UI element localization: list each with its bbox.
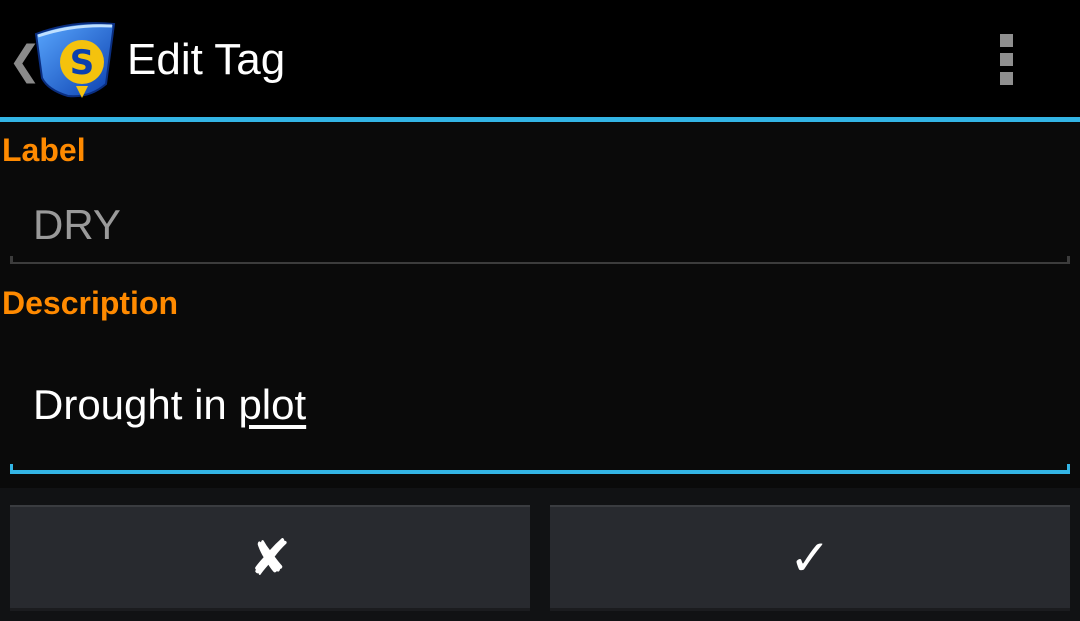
label-field-value: DRY [33,201,121,248]
label-field-underline [10,256,1070,264]
cancel-icon: ✘ [249,528,291,587]
description-field-value: Drought in plot [33,378,306,432]
overflow-menu-icon[interactable] [990,30,1024,90]
action-bar: ❮ S Edit Tag [0,0,1080,117]
svg-text:S: S [70,43,95,83]
page-title: Edit Tag [127,35,286,84]
description-text: Drought in [33,381,239,428]
checkmark-icon: ✓ [789,528,831,587]
description-heading: Description [2,285,179,321]
overflow-dot [1000,53,1013,66]
description-underlined-word: plot [238,381,307,428]
cancel-button[interactable]: ✘ [10,505,530,611]
description-field[interactable]: Drought in plot [10,340,1070,474]
label-heading: Label [2,132,86,168]
overflow-dot [1000,34,1013,47]
app-logo-icon[interactable]: S [28,18,118,100]
confirm-button[interactable]: ✓ [550,505,1070,611]
overflow-dot [1000,72,1013,85]
description-field-underline [10,464,1070,474]
action-bar-divider [0,117,1080,122]
label-field[interactable]: DRY [10,190,1070,264]
